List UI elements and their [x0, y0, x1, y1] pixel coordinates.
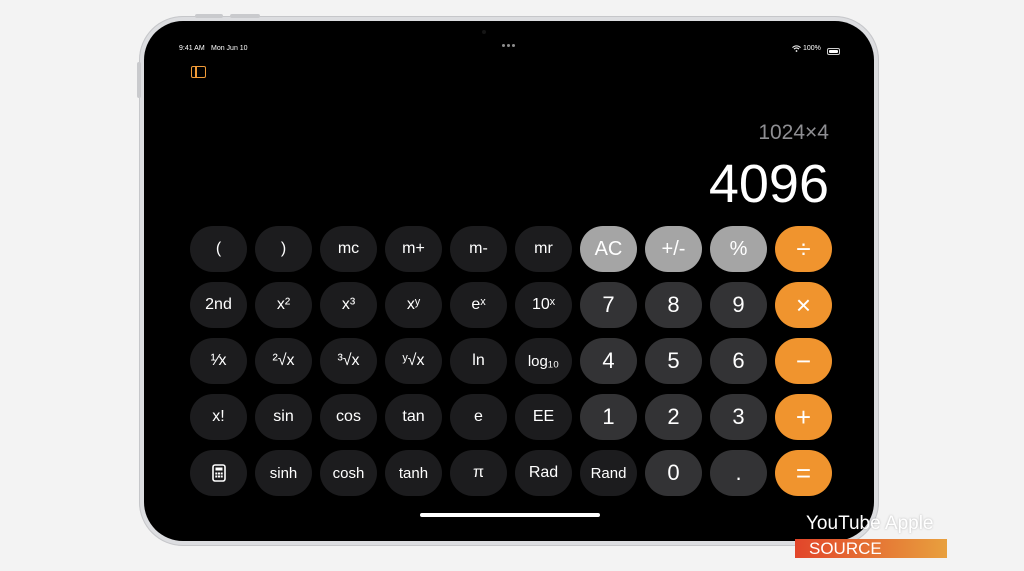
key-button[interactable]: Rand: [580, 450, 637, 496]
multitasking-dots-icon[interactable]: [502, 44, 515, 47]
side-button: [137, 62, 141, 98]
status-time: 9:41 AM: [179, 45, 205, 52]
wifi-icon: [792, 45, 801, 52]
key-button[interactable]: 10ˣ: [515, 282, 572, 328]
key-button[interactable]: EE: [515, 394, 572, 440]
key-button[interactable]: %: [710, 226, 767, 272]
home-indicator[interactable]: [420, 513, 600, 517]
key-button[interactable]: mr: [515, 226, 572, 272]
key-button[interactable]: eˣ: [450, 282, 507, 328]
key-button[interactable]: sinh: [255, 450, 312, 496]
key-button[interactable]: tan: [385, 394, 442, 440]
key-button[interactable]: ¹⁄x: [190, 338, 247, 384]
sidebar-toggle-icon[interactable]: [191, 66, 206, 78]
camera: [482, 30, 486, 34]
key-button[interactable]: 0: [645, 450, 702, 496]
key-button[interactable]: π: [450, 450, 507, 496]
key-button[interactable]: x³: [320, 282, 377, 328]
key-button[interactable]: cos: [320, 394, 377, 440]
key-button[interactable]: 7: [580, 282, 637, 328]
keypad: () mc m+ m-mr AC +/-% ÷ 2nd x² x³ xʸ eˣ 10ˣ 7 8 9 × ¹⁄x ²√…: [190, 226, 832, 496]
result-display: 4096: [708, 154, 829, 214]
key-button[interactable]: m+: [385, 226, 442, 272]
key-button[interactable]: ²√x: [255, 338, 312, 384]
key-button[interactable]: log₁₀: [515, 338, 572, 384]
top-button: [230, 14, 260, 18]
key-button[interactable]: 8: [645, 282, 702, 328]
key-button[interactable]: cosh: [320, 450, 377, 496]
top-button: [195, 14, 223, 18]
key-button[interactable]: x!: [190, 394, 247, 440]
key-button[interactable]: ×: [775, 282, 832, 328]
key-button[interactable]: +/-: [645, 226, 702, 272]
key-button[interactable]: 3: [710, 394, 767, 440]
key-button[interactable]: sin: [255, 394, 312, 440]
key-button[interactable]: 9: [710, 282, 767, 328]
key-button[interactable]: x²: [255, 282, 312, 328]
key-button[interactable]: mc: [320, 226, 377, 272]
key-button[interactable]: e: [450, 394, 507, 440]
key-button[interactable]: 2nd: [190, 282, 247, 328]
key-button[interactable]: +: [775, 394, 832, 440]
expression-display: 1024×4: [758, 121, 829, 144]
key-button[interactable]: xʸ: [385, 282, 442, 328]
key-button[interactable]: −: [775, 338, 832, 384]
calculator-icon: [211, 464, 226, 482]
key-button[interactable]: AC: [580, 226, 637, 272]
key-button[interactable]: (: [190, 226, 247, 272]
source-badge: SOURCE: [795, 539, 947, 558]
watermark-text: YouTube Apple: [806, 513, 934, 534]
status-date: Mon Jun 10: [211, 45, 248, 52]
key-button[interactable]: .: [710, 450, 767, 496]
battery-percent: 100%: [803, 45, 821, 52]
key-button[interactable]: 1: [580, 394, 637, 440]
key-button[interactable]: ³√x: [320, 338, 377, 384]
key-button[interactable]: ʸ√x: [385, 338, 442, 384]
key-button[interactable]: ): [255, 226, 312, 272]
key-button[interactable]: tanh: [385, 450, 442, 496]
battery-icon: [827, 48, 840, 55]
calculator-screen: 9:41 AM Mon Jun 10 100% 1024×4 4096 () mc…: [144, 21, 874, 541]
key-button[interactable]: ln: [450, 338, 507, 384]
key-button[interactable]: m-: [450, 226, 507, 272]
calculator-mode-button[interactable]: [190, 450, 247, 496]
key-button[interactable]: ÷: [775, 226, 832, 272]
key-button[interactable]: 5: [645, 338, 702, 384]
key-button[interactable]: 6: [710, 338, 767, 384]
key-button[interactable]: 4: [580, 338, 637, 384]
key-button[interactable]: =: [775, 450, 832, 496]
key-button[interactable]: 2: [645, 394, 702, 440]
key-button[interactable]: Rad: [515, 450, 572, 496]
